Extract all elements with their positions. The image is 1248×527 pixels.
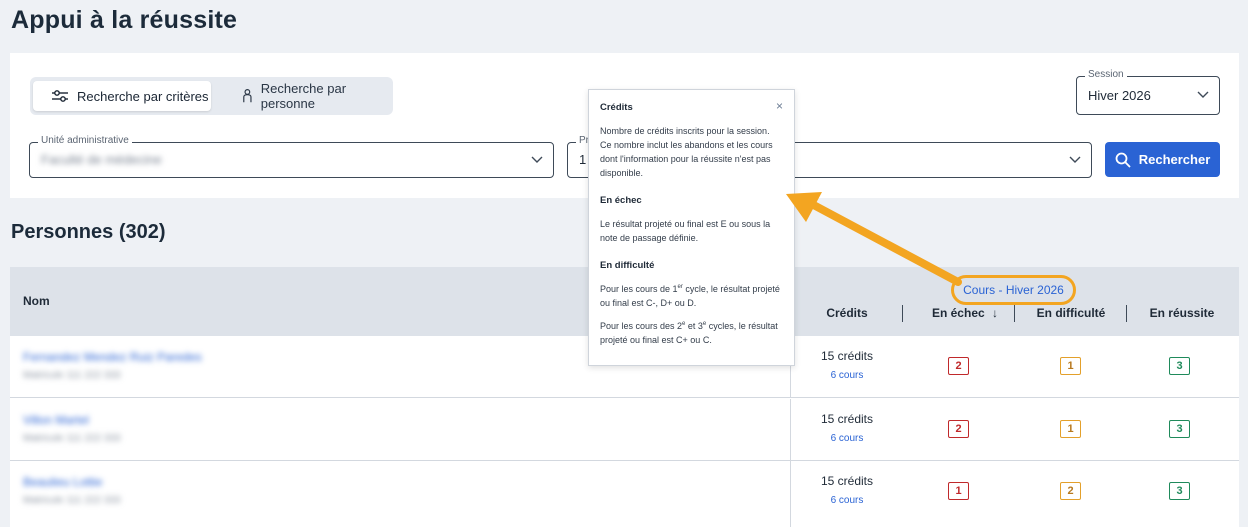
administrative-unit-legend: Unité administrative (38, 135, 132, 146)
credits-value: 15 crédits (820, 349, 874, 363)
failing-count-badge[interactable]: 1 (948, 482, 969, 500)
courses-session-link[interactable]: Cours - Hiver 2026 (951, 275, 1076, 305)
column-divider (902, 305, 903, 322)
search-button-label: Rechercher (1138, 152, 1211, 167)
chevron-down-icon (1069, 156, 1081, 163)
sort-down-icon: ↓ (992, 306, 999, 320)
courses-link[interactable]: 6 cours (802, 433, 892, 444)
search-by-person-button[interactable]: Recherche par personne (224, 81, 389, 111)
session-value: Hiver 2026 (1088, 88, 1151, 103)
tooltip-difficulty-title: En difficulté (600, 260, 655, 271)
failing-count-badge[interactable]: 2 (948, 357, 969, 375)
page-title: Appui à la réussite (11, 6, 238, 34)
person-name-link[interactable]: Fernandez Mendez Ruiz Paredes (23, 350, 202, 364)
column-header-difficulty[interactable]: En difficulté (1025, 306, 1117, 320)
tooltip-credits-text: Nombre de crédits inscrits pour la sessi… (600, 126, 773, 178)
search-by-criteria-button[interactable]: Recherche par critères (33, 81, 211, 111)
tooltip-failing-text: Le résultat projeté ou final est E ou so… (600, 219, 771, 243)
credits-value: 15 crédits (820, 412, 874, 426)
column-divider (790, 461, 791, 527)
person-id: Matricule 111 222 333 (23, 433, 121, 444)
table-row: Villon Martel Matricule 111 222 333 15 c… (10, 399, 1239, 461)
column-help-tooltip: × Crédits Nombre de crédits inscrits pou… (588, 89, 795, 366)
courses-link[interactable]: 6 cours (802, 370, 892, 381)
column-header-failing-label: En échec (931, 306, 985, 320)
administrative-unit-select[interactable]: Unité administrative Faculté de médecine (29, 135, 554, 178)
administrative-unit-value: Faculté de médecine (41, 152, 162, 167)
column-divider (790, 399, 791, 461)
person-id: Matricule 111 222 333 (23, 495, 121, 506)
success-count-badge[interactable]: 3 (1169, 420, 1190, 438)
column-divider (1014, 305, 1015, 322)
failing-count-badge[interactable]: 2 (948, 420, 969, 438)
person-id: Matricule 111 222 333 (23, 370, 121, 381)
column-header-name: Nom (23, 294, 50, 308)
success-count-badge[interactable]: 3 (1169, 482, 1190, 500)
column-header-success[interactable]: En réussite (1137, 306, 1227, 320)
search-by-criteria-label: Recherche par critères (77, 88, 209, 104)
column-divider (1126, 305, 1127, 322)
person-name-link[interactable]: Beaulieu Lottie (23, 475, 102, 489)
person-name-link[interactable]: Villon Martel (23, 413, 89, 427)
chevron-down-icon (1197, 91, 1209, 98)
search-icon (1115, 152, 1131, 168)
courses-link[interactable]: 6 cours (802, 495, 892, 506)
column-header-failing[interactable]: En échec ↓ (915, 306, 1015, 320)
search-by-person-label: Recherche par personne (260, 81, 347, 111)
tooltip-failing-title: En échec (600, 195, 642, 206)
tooltip-difficulty-text-2: Pour les cours des 2e et 3e cycles, le r… (600, 321, 778, 345)
tooltip-difficulty-text-1: Pour les cours de 1er cycle, le résultat… (600, 284, 780, 308)
credits-value: 15 crédits (820, 474, 874, 488)
difficulty-count-badge[interactable]: 1 (1060, 420, 1081, 438)
courses-session-label: Cours - Hiver 2026 (963, 283, 1064, 297)
session-legend: Session (1085, 69, 1127, 80)
success-count-badge[interactable]: 3 (1169, 357, 1190, 375)
difficulty-count-badge[interactable]: 2 (1060, 482, 1081, 500)
search-button[interactable]: Rechercher (1105, 142, 1220, 177)
close-icon[interactable]: × (776, 99, 783, 113)
persons-title: Personnes (302) (11, 221, 166, 243)
chevron-down-icon (531, 156, 543, 163)
session-select[interactable]: Session Hiver 2026 (1076, 69, 1220, 115)
tooltip-credits-title: Crédits (600, 102, 633, 113)
person-icon (243, 89, 252, 103)
program-value: 1 (579, 152, 587, 167)
search-mode-toggle: Recherche par critères Recherche par per… (30, 77, 393, 115)
column-header-credits[interactable]: Crédits (808, 306, 886, 320)
difficulty-count-badge[interactable]: 1 (1060, 357, 1081, 375)
filter-sliders-icon (52, 90, 68, 102)
table-row: Beaulieu Lottie Matricule 111 222 333 15… (10, 461, 1239, 527)
